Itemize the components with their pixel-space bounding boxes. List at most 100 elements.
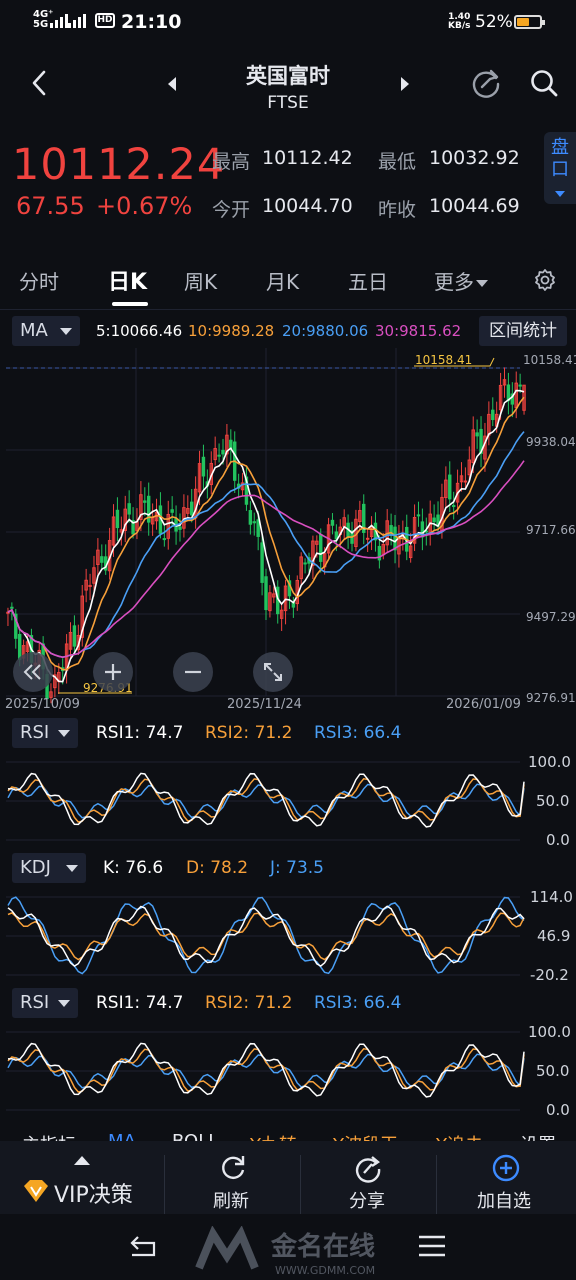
candle-body [72,625,77,647]
period-tabs: 分时 日K 周K 月K 五日 更多 [0,242,576,310]
vip-label: VIP决策 [54,1183,133,1208]
open-value: 10044.70 [262,195,353,217]
menu-nav-icon[interactable] [416,1234,448,1258]
kdj-selector[interactable]: KDJ [12,853,86,883]
scroll-left-icon[interactable] [13,652,53,692]
date-label: 2025/10/09 [5,697,80,712]
rsi2-value: RSI2: 71.2 [205,723,293,743]
rsi2-value: RSI2: 71.2 [205,993,293,1013]
candle-body [221,449,225,455]
watermark-text: 金名在线 [271,1232,376,1262]
vip-diamond-icon [24,1180,48,1202]
rsi-selector[interactable]: RSI [12,718,78,748]
candle-body [463,480,468,483]
search-icon[interactable] [527,66,561,100]
candle-body [190,501,194,516]
ma20-value: 20:9880.06 [282,322,369,340]
open-label: 今开 [212,199,251,221]
price-axis-label: 9276.91 [526,691,576,705]
candle-body [319,534,323,562]
kdj-axis-label: -20.2 [530,966,569,984]
next-index-icon[interactable] [393,72,417,96]
refresh-label: 刷新 [213,1191,249,1212]
tab-more[interactable]: 更多 [434,266,488,295]
rsi-selector-2[interactable]: RSI [12,988,78,1018]
ma10-value: 10:9989.28 [188,322,275,340]
rsi-chart[interactable] [0,750,576,850]
settings-icon[interactable] [531,266,559,294]
active-tab-underline [112,302,148,306]
ma30-value: 30:9815.62 [375,322,462,340]
kdj-j-value: J: 73.5 [270,858,324,878]
kdj-axis-label: 46.9 [537,927,571,945]
candle-body [448,474,452,500]
battery-icon [514,15,545,29]
candle-body [365,537,370,540]
candle-body [217,454,221,457]
high-label: 最高 [212,151,251,173]
date-label: 2026/01/09 [446,697,521,712]
kdj-k-value: K: 76.6 [103,858,164,878]
candle-body [252,521,256,524]
low-value: 10032.92 [429,147,520,169]
candle-body [178,526,182,530]
watermark-logo-icon [195,1226,259,1270]
candle-body [416,514,421,517]
back-nav-icon[interactable] [128,1232,160,1260]
rsi3-value: RSI3: 66.4 [314,993,402,1013]
battery-percent: 52% [475,12,513,32]
date-label: 2025/11/24 [227,697,302,712]
zoom-in-icon[interactable] [93,652,133,692]
status-bar: 4G⁺ 5G HD 21:10 1.40 KB/s 52% [0,0,576,44]
candle-body [248,510,253,525]
fullscreen-icon[interactable] [253,652,293,692]
add-watchlist-label: 加自选 [477,1191,531,1212]
rsi1-line [7,1042,525,1098]
price-change-percent: +0.67% [96,192,193,220]
tab-intraday[interactable]: 分时 [19,266,59,295]
system-nav-bar: 金名在线 WWW.GDMM.COM [0,1214,576,1280]
net-speed: 1.40 KB/s [448,12,471,31]
zoom-out-icon[interactable] [173,652,213,692]
candle-body [475,432,479,437]
candle-body [10,606,14,609]
watermark: 金名在线 WWW.GDMM.COM [195,1224,395,1278]
rsi-chart-2[interactable] [0,1020,576,1120]
pankou-tab[interactable]: 盘口 [544,132,576,204]
rsi-axis-label: 100.0 [528,1023,571,1041]
hd-icon: HD [95,13,115,28]
range-stats-button[interactable]: 区间统计 [479,316,567,346]
refresh-icon[interactable] [469,66,503,100]
prev-close-value: 10044.69 [429,195,520,217]
ma-selector[interactable]: MA [12,316,80,346]
candle-body [432,517,436,523]
candle-body [100,556,104,563]
rsi-axis-label: 0.0 [546,1101,570,1119]
kdj-chart[interactable] [0,885,576,985]
rsi3-value: RSI3: 66.4 [314,723,402,743]
candle-body [162,538,167,541]
candle-body [330,519,335,526]
price-change: 67.55 [16,192,85,220]
kdj-d-value: D: 78.2 [186,858,249,878]
share-label: 分享 [349,1191,385,1212]
candle-body [201,456,206,477]
tab-daily-k[interactable]: 日K [108,264,147,296]
tab-five-day[interactable]: 五日 [348,266,388,295]
rsi1-value: RSI1: 74.7 [96,993,184,1013]
candle-body [491,409,495,421]
candle-body [127,503,131,515]
chevron-up-icon [74,1156,90,1165]
tab-monthly-k[interactable]: 月K [266,266,299,295]
candle-body [170,509,174,513]
rsi-axis-label: 50.0 [536,1062,570,1080]
share-icon [355,1156,381,1183]
rsi-axis-label: 0.0 [546,831,570,849]
price-axis-label: 9717.66 [526,523,576,537]
candle-body [260,542,264,583]
max-price-annotation: 10158.41 [415,353,473,367]
candle-body [451,505,456,508]
high-value: 10112.42 [262,147,353,169]
signal-icon-2 [68,14,86,28]
tab-weekly-k[interactable]: 周K [184,266,217,295]
